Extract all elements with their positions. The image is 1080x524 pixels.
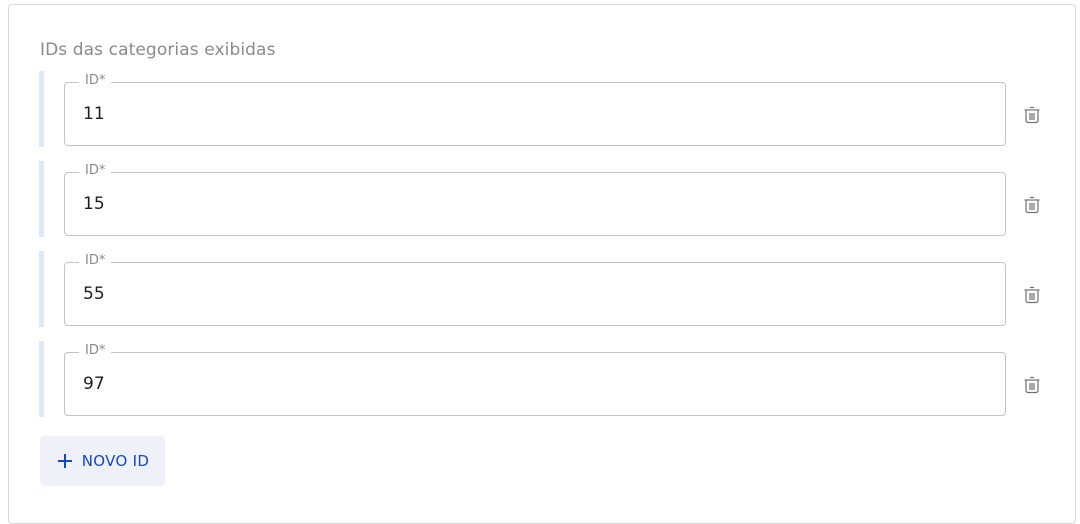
trash-icon xyxy=(1024,106,1040,124)
id-field-label: ID* xyxy=(79,73,112,89)
row-indicator-bar xyxy=(39,71,44,147)
id-field[interactable]: ID* xyxy=(64,73,1006,146)
categories-panel: IDs das categorias exibidas ID* ID* xyxy=(8,4,1076,524)
id-field-label: ID* xyxy=(79,163,112,179)
row-indicator-bar xyxy=(39,341,44,417)
id-field[interactable]: ID* xyxy=(64,163,1006,236)
id-field-label: ID* xyxy=(79,343,112,359)
id-input[interactable] xyxy=(83,100,963,128)
section-title: IDs das categorias exibidas xyxy=(40,40,276,60)
plus-icon xyxy=(56,452,74,470)
id-field-label: ID* xyxy=(79,253,112,269)
id-row: ID* xyxy=(39,251,1049,327)
trash-icon xyxy=(1024,376,1040,394)
id-input[interactable] xyxy=(83,190,963,218)
row-indicator-bar xyxy=(39,251,44,327)
id-field[interactable]: ID* xyxy=(64,253,1006,326)
id-field[interactable]: ID* xyxy=(64,343,1006,416)
row-indicator-bar xyxy=(39,161,44,237)
add-id-button[interactable]: NOVO ID xyxy=(40,436,165,486)
id-input[interactable] xyxy=(83,370,963,398)
delete-id-button[interactable] xyxy=(1019,192,1045,218)
delete-id-button[interactable] xyxy=(1019,282,1045,308)
trash-icon xyxy=(1024,286,1040,304)
id-row: ID* xyxy=(39,71,1049,147)
id-row: ID* xyxy=(39,341,1049,417)
add-id-button-label: NOVO ID xyxy=(81,452,150,470)
delete-id-button[interactable] xyxy=(1019,372,1045,398)
id-row: ID* xyxy=(39,161,1049,237)
delete-id-button[interactable] xyxy=(1019,102,1045,128)
trash-icon xyxy=(1024,196,1040,214)
id-input[interactable] xyxy=(83,280,963,308)
